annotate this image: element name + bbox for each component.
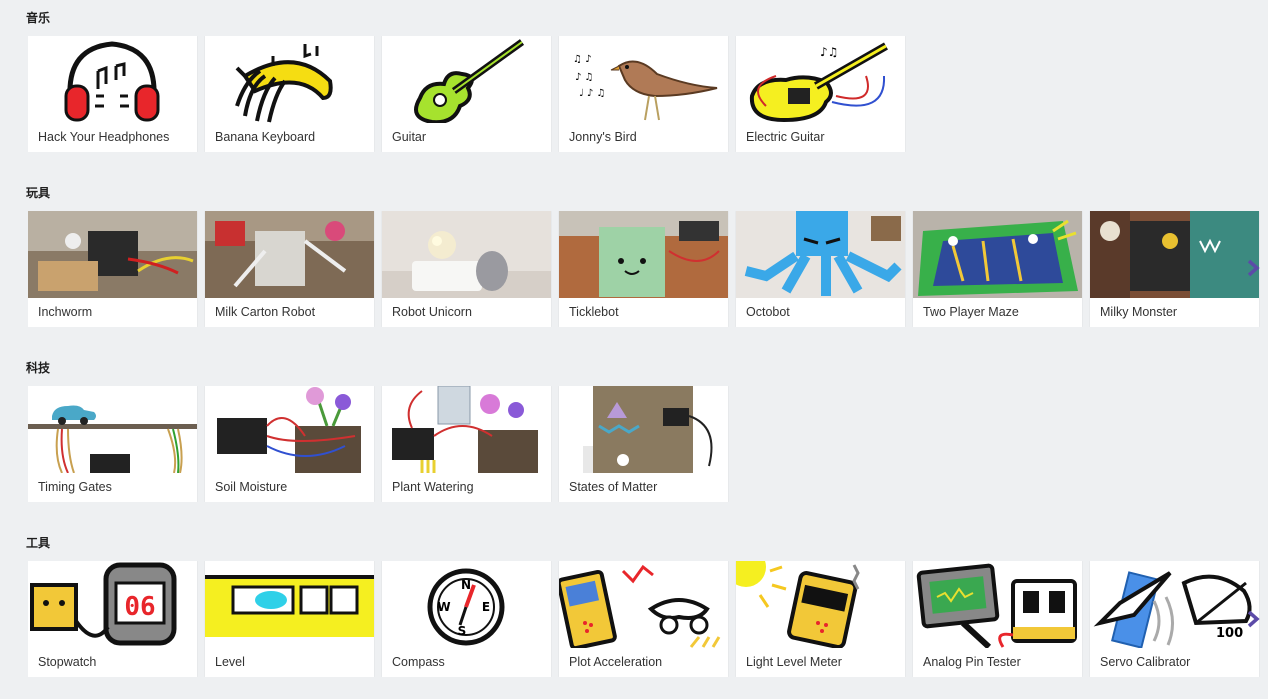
card-label: Robot Unicorn — [392, 305, 472, 319]
card-row: 06 Stopwatch Level N E S W Compass Plot … — [28, 561, 1268, 677]
unicorn-photo — [382, 211, 551, 298]
stopwatch-icon: 06 — [28, 561, 197, 648]
card-label: Octobot — [746, 305, 790, 319]
card-row: Hack Your Headphones Banana Keyboard Gui… — [28, 36, 1268, 152]
card-label: Jonny's Bird — [569, 130, 637, 144]
card-label: States of Matter — [569, 480, 658, 494]
card-states-of-matter[interactable]: States of Matter — [559, 386, 728, 502]
scroll-right-button[interactable] — [1242, 608, 1264, 630]
card-milky-monster[interactable]: Milky Monster — [1090, 211, 1259, 327]
card-label: Stopwatch — [38, 655, 97, 669]
card-soil-moisture[interactable]: Soil Moisture — [205, 386, 374, 502]
card-octobot[interactable]: Octobot — [736, 211, 905, 327]
svg-text:♪ ♫: ♪ ♫ — [575, 72, 594, 83]
card-compass[interactable]: N E S W Compass — [382, 561, 551, 677]
svg-text:100: 100 — [1216, 626, 1243, 641]
card-banana-keyboard[interactable]: Banana Keyboard — [205, 36, 374, 152]
card-label: Light Level Meter — [746, 655, 842, 669]
bird-icon: ♫ ♪ ♪ ♫ ♩ ♪ ♫ — [559, 36, 728, 123]
chevron-right-icon — [1247, 610, 1260, 628]
svg-text:N: N — [461, 578, 471, 592]
card-label: Servo Calibrator — [1100, 655, 1191, 669]
card-label: Milk Carton Robot — [215, 305, 316, 319]
card-stopwatch[interactable]: 06 Stopwatch — [28, 561, 197, 677]
banana-icon — [205, 36, 374, 123]
ticklebot-photo — [559, 211, 728, 298]
card-inchworm[interactable]: Inchworm — [28, 211, 197, 327]
card-light-level-meter[interactable]: Light Level Meter — [736, 561, 905, 677]
robot-photo — [205, 211, 374, 298]
card-timing-gates[interactable]: Timing Gates — [28, 386, 197, 502]
card-jonnys-bird[interactable]: ♫ ♪ ♪ ♫ ♩ ♪ ♫ Jonny's Bird — [559, 36, 728, 152]
timing-gates-icon — [28, 386, 197, 473]
card-label: Milky Monster — [1100, 305, 1178, 319]
plant-watering-icon — [382, 386, 551, 473]
monster-photo — [1090, 211, 1259, 298]
section-title: 音乐 — [26, 11, 51, 25]
card-label: Plant Watering — [392, 480, 474, 494]
card-label: Compass — [392, 655, 445, 669]
card-plot-acceleration[interactable]: Plot Acceleration — [559, 561, 728, 677]
card-label: Analog Pin Tester — [923, 655, 1021, 669]
svg-text:E: E — [482, 600, 490, 614]
maze-photo — [913, 211, 1082, 298]
chevron-right-icon — [1247, 259, 1260, 277]
headphones-icon — [28, 36, 197, 123]
card-label: Electric Guitar — [746, 130, 825, 144]
acceleration-icon — [559, 561, 728, 648]
card-two-player-maze[interactable]: Two Player Maze — [913, 211, 1082, 327]
guitar-icon — [382, 36, 551, 123]
card-label: Inchworm — [38, 305, 93, 319]
card-ticklebot[interactable]: Ticklebot — [559, 211, 728, 327]
card-label: Plot Acceleration — [569, 655, 663, 669]
svg-text:S: S — [458, 624, 467, 638]
inchworm-photo — [28, 211, 197, 298]
card-label: Timing Gates — [38, 480, 112, 494]
card-label: Ticklebot — [569, 305, 619, 319]
section-title: 工具 — [26, 536, 51, 550]
light-meter-icon — [736, 561, 905, 648]
pin-tester-icon — [913, 561, 1082, 648]
states-of-matter-icon — [559, 386, 728, 473]
svg-text:♪♫: ♪♫ — [820, 45, 838, 59]
card-robot-unicorn[interactable]: Robot Unicorn — [382, 211, 551, 327]
card-label: Soil Moisture — [215, 480, 288, 494]
soil-moisture-icon — [205, 386, 374, 473]
electric-guitar-icon: ♪♫ — [736, 36, 905, 123]
card-guitar[interactable]: Guitar — [382, 36, 551, 152]
level-icon — [205, 561, 374, 648]
servo-icon: 100 — [1090, 561, 1259, 648]
card-row: Timing Gates Soil Moisture Plant Waterin… — [28, 386, 1268, 502]
card-level[interactable]: Level — [205, 561, 374, 677]
card-row: Inchworm Milk Carton Robot Robot Unicorn… — [28, 211, 1268, 327]
scroll-right-button[interactable] — [1242, 257, 1264, 279]
card-label: Guitar — [392, 130, 427, 144]
card-servo-calibrator[interactable]: 100 Servo Calibrator — [1090, 561, 1259, 677]
card-plant-watering[interactable]: Plant Watering — [382, 386, 551, 502]
section-title: 科技 — [26, 361, 51, 375]
svg-text:06: 06 — [124, 592, 155, 622]
card-milk-carton-robot[interactable]: Milk Carton Robot — [205, 211, 374, 327]
card-label: Banana Keyboard — [215, 130, 316, 144]
card-analog-pin-tester[interactable]: Analog Pin Tester — [913, 561, 1082, 677]
card-label: Level — [215, 655, 245, 669]
svg-text:W: W — [437, 600, 450, 614]
card-label: Hack Your Headphones — [38, 130, 170, 144]
compass-icon: N E S W — [382, 561, 551, 648]
section-title: 玩具 — [26, 186, 51, 200]
card-electric-guitar[interactable]: ♪♫ Electric Guitar — [736, 36, 905, 152]
svg-text:♫ ♪: ♫ ♪ — [573, 54, 592, 65]
svg-text:♩ ♪ ♫: ♩ ♪ ♫ — [579, 88, 605, 99]
card-label: Two Player Maze — [923, 305, 1019, 319]
card-hack-your-headphones[interactable]: Hack Your Headphones — [28, 36, 197, 152]
octobot-photo — [736, 211, 905, 298]
